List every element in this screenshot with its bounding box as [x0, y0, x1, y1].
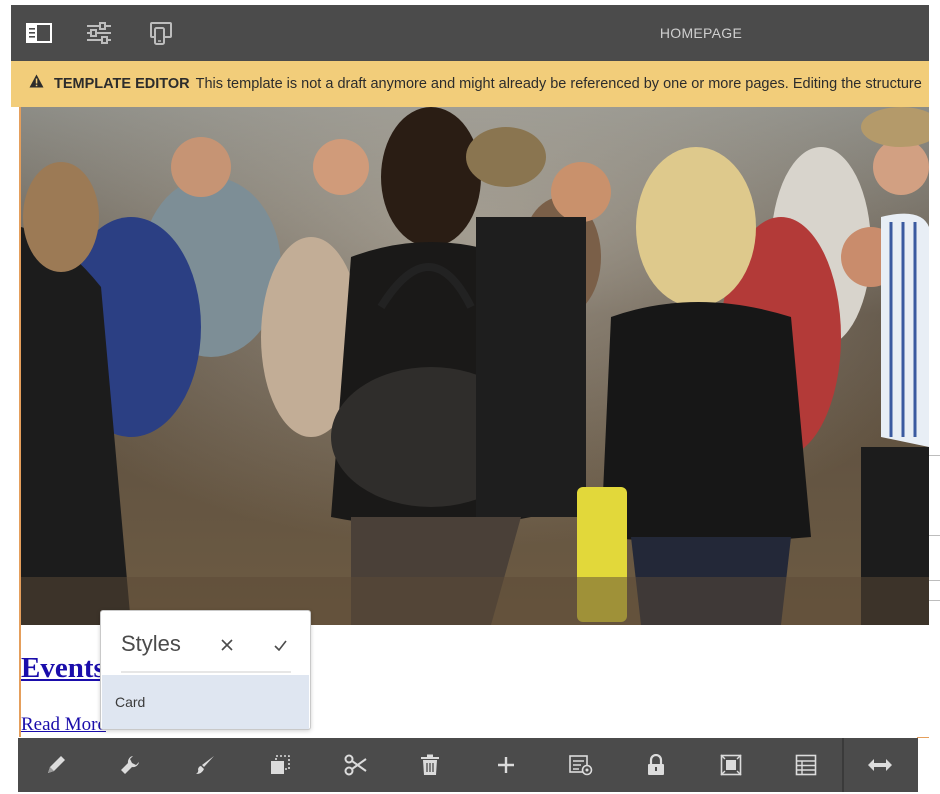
configure-button[interactable]: [116, 751, 144, 779]
edit-pencil-icon: [48, 756, 65, 773]
edit-selection-border-right: [917, 737, 929, 738]
component-edit-toolbar: [18, 738, 918, 792]
read-more-link[interactable]: Read More: [21, 714, 106, 736]
delete-trash-icon: [421, 754, 439, 775]
configure-wrench-icon: [121, 756, 139, 774]
page-properties-icon: [87, 22, 111, 44]
select-parent-icon: [720, 754, 742, 776]
banner-label: TEMPLATE EDITOR: [54, 76, 190, 92]
layout-table-button[interactable]: [792, 751, 820, 779]
styles-brush-icon: [196, 756, 214, 774]
warning-icon: [29, 61, 44, 107]
styles-popover: Styles Card: [100, 610, 311, 730]
checkmark-icon: [273, 640, 287, 651]
styles-popover-divider: [121, 671, 291, 673]
copy-button[interactable]: [266, 751, 294, 779]
styles-confirm-button[interactable]: [268, 633, 292, 657]
banner-message: This template is not a draft anymore and…: [195, 76, 922, 92]
delete-button[interactable]: [416, 751, 444, 779]
insert-button[interactable]: [492, 751, 520, 779]
toolbar-separator: [842, 738, 844, 792]
edge-fragment-line: [929, 535, 940, 536]
side-panel-icon: [26, 23, 52, 43]
styles-close-button[interactable]: [215, 633, 239, 657]
style-option-card[interactable]: Card: [102, 675, 309, 729]
hero-image[interactable]: [21, 107, 929, 625]
events-title-link[interactable]: Events: [21, 652, 105, 685]
editor-window: HOMEPAGE TEMPLATE EDITOR This template i…: [0, 0, 940, 794]
edit-button[interactable]: [42, 751, 70, 779]
styles-button[interactable]: [191, 751, 219, 779]
edge-fragment-line: [929, 455, 940, 456]
layout-resize-button[interactable]: [866, 751, 894, 779]
event-crowd-photo: [21, 107, 929, 625]
policy-icon: [569, 755, 593, 776]
cut-scissors-icon: [344, 754, 367, 776]
side-panel-toggle-button[interactable]: [25, 19, 53, 47]
emulator-icon: [150, 22, 172, 45]
select-parent-button[interactable]: [717, 751, 745, 779]
page-properties-button[interactable]: [85, 19, 113, 47]
layout-resize-icon: [868, 759, 892, 771]
emulator-button[interactable]: [147, 19, 175, 47]
editor-top-toolbar: HOMEPAGE: [11, 5, 929, 61]
lock-button[interactable]: [642, 751, 670, 779]
lock-icon: [648, 754, 664, 775]
layout-table-icon: [795, 754, 817, 776]
copy-icon: [271, 755, 290, 774]
edge-fragment-line: [929, 600, 940, 601]
policy-button[interactable]: [567, 751, 595, 779]
styles-popover-title: Styles: [121, 631, 181, 656]
close-icon: [221, 639, 233, 651]
cut-button[interactable]: [342, 751, 370, 779]
edge-fragment-line: [929, 580, 940, 581]
insert-plus-icon: [498, 757, 514, 773]
template-warning-banner: TEMPLATE EDITOR This template is not a dr…: [11, 61, 929, 107]
